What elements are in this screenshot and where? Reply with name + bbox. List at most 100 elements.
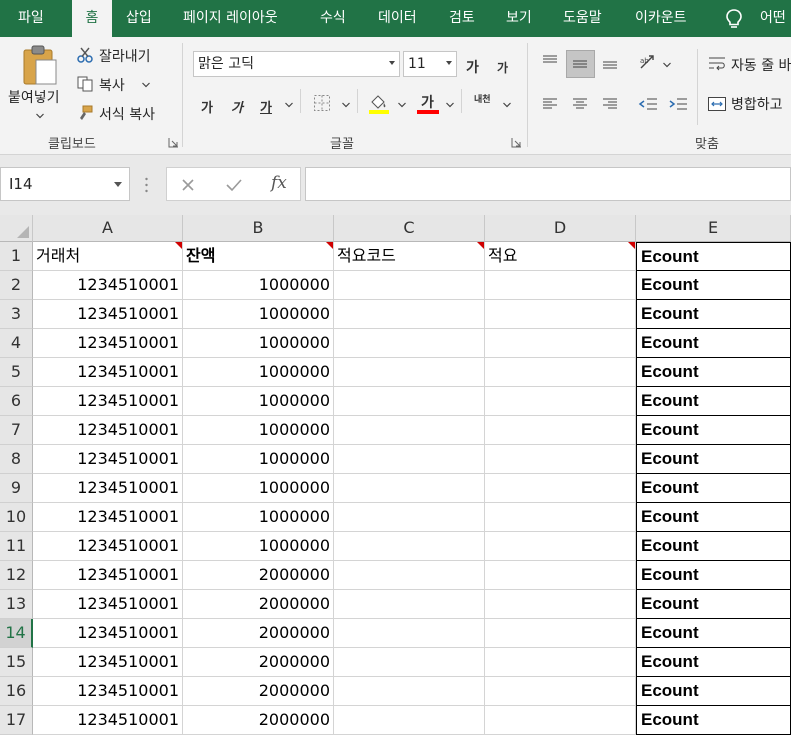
- cell-d6[interactable]: [485, 387, 636, 416]
- row-header[interactable]: 12: [0, 561, 33, 590]
- row-header[interactable]: 14: [0, 619, 33, 648]
- cell-c17[interactable]: [334, 706, 485, 735]
- font-color-button[interactable]: 가: [421, 92, 434, 112]
- align-bottom-icon[interactable]: [601, 53, 619, 71]
- row-header[interactable]: 7: [0, 416, 33, 445]
- clipboard-launcher-icon[interactable]: [168, 137, 179, 148]
- cell-c10[interactable]: [334, 503, 485, 532]
- row-header[interactable]: 3: [0, 300, 33, 329]
- cell-b2[interactable]: 1000000: [183, 271, 334, 300]
- borders-dropdown-icon[interactable]: [342, 102, 350, 108]
- column-header-d[interactable]: D: [485, 215, 636, 242]
- name-box[interactable]: I14: [0, 167, 130, 201]
- cell-b4[interactable]: 1000000: [183, 329, 334, 358]
- wrap-text-button[interactable]: 자동 줄 바: [731, 55, 791, 75]
- cell-d16[interactable]: [485, 677, 636, 706]
- cell-e16[interactable]: Ecount: [636, 677, 791, 706]
- column-header-e[interactable]: E: [636, 215, 791, 242]
- phonetic-dropdown-icon[interactable]: [503, 102, 511, 108]
- format-painter-icon[interactable]: [76, 104, 94, 122]
- borders-icon[interactable]: [313, 94, 331, 112]
- tab-ecount[interactable]: 이카운트: [635, 0, 687, 37]
- cell-c16[interactable]: [334, 677, 485, 706]
- tab-page-layout[interactable]: 페이지 레이아웃: [183, 0, 278, 37]
- cell-b11[interactable]: 1000000: [183, 532, 334, 561]
- cell-e9[interactable]: Ecount: [636, 474, 791, 503]
- tab-tell-me[interactable]: 어떤: [760, 0, 786, 37]
- formula-input[interactable]: [305, 167, 791, 201]
- copy-icon[interactable]: [76, 75, 94, 93]
- align-right-icon[interactable]: [601, 95, 619, 113]
- cell-e13[interactable]: Ecount: [636, 590, 791, 619]
- cell-d9[interactable]: [485, 474, 636, 503]
- cell-c3[interactable]: [334, 300, 485, 329]
- cell-a6[interactable]: 1234510001: [33, 387, 183, 416]
- cell-e3[interactable]: Ecount: [636, 300, 791, 329]
- row-header[interactable]: 1: [0, 242, 33, 271]
- row-header[interactable]: 16: [0, 677, 33, 706]
- cell-d15[interactable]: [485, 648, 636, 677]
- cell-a9[interactable]: 1234510001: [33, 474, 183, 503]
- paste-icon[interactable]: [22, 44, 58, 86]
- cell-c9[interactable]: [334, 474, 485, 503]
- cell-c11[interactable]: [334, 532, 485, 561]
- paste-dropdown-icon[interactable]: [36, 113, 44, 119]
- tab-view[interactable]: 보기: [506, 0, 532, 37]
- column-header-a[interactable]: A: [33, 215, 183, 242]
- cancel-icon[interactable]: [181, 178, 195, 192]
- cell-b6[interactable]: 1000000: [183, 387, 334, 416]
- cell-a2[interactable]: 1234510001: [33, 271, 183, 300]
- cell-a3[interactable]: 1234510001: [33, 300, 183, 329]
- merge-center-icon[interactable]: [707, 94, 727, 114]
- cell-d2[interactable]: [485, 271, 636, 300]
- cell-c13[interactable]: [334, 590, 485, 619]
- formula-bar-grip-icon[interactable]: [145, 177, 148, 193]
- cell-c1[interactable]: 적요코드: [334, 242, 485, 271]
- cell-a7[interactable]: 1234510001: [33, 416, 183, 445]
- cell-e2[interactable]: Ecount: [636, 271, 791, 300]
- paste-button[interactable]: 붙여넣기: [8, 87, 60, 107]
- row-header[interactable]: 11: [0, 532, 33, 561]
- cell-a15[interactable]: 1234510001: [33, 648, 183, 677]
- cell-d8[interactable]: [485, 445, 636, 474]
- orientation-icon[interactable]: ab: [638, 52, 658, 72]
- cut-button[interactable]: 잘라내기: [99, 46, 151, 66]
- increase-indent-icon[interactable]: [668, 95, 688, 113]
- cell-b15[interactable]: 2000000: [183, 648, 334, 677]
- cell-a4[interactable]: 1234510001: [33, 329, 183, 358]
- cell-d4[interactable]: [485, 329, 636, 358]
- row-header[interactable]: 2: [0, 271, 33, 300]
- row-header[interactable]: 13: [0, 590, 33, 619]
- cell-b9[interactable]: 1000000: [183, 474, 334, 503]
- cell-d10[interactable]: [485, 503, 636, 532]
- tab-file[interactable]: 파일: [18, 0, 44, 37]
- cell-c14[interactable]: [334, 619, 485, 648]
- cell-e1[interactable]: Ecount: [636, 242, 791, 271]
- align-center-icon[interactable]: [571, 95, 589, 113]
- underline-dropdown-icon[interactable]: [285, 102, 293, 108]
- align-left-icon[interactable]: [541, 95, 559, 113]
- cell-c7[interactable]: [334, 416, 485, 445]
- cell-d13[interactable]: [485, 590, 636, 619]
- underline-button[interactable]: 가: [260, 97, 272, 116]
- cell-b12[interactable]: 2000000: [183, 561, 334, 590]
- cell-b17[interactable]: 2000000: [183, 706, 334, 735]
- cell-e8[interactable]: Ecount: [636, 445, 791, 474]
- phonetic-guide-button[interactable]: 내천: [474, 95, 491, 105]
- row-header[interactable]: 4: [0, 329, 33, 358]
- format-painter-button[interactable]: 서식 복사: [99, 104, 155, 124]
- cell-c12[interactable]: [334, 561, 485, 590]
- align-top-icon[interactable]: [541, 53, 559, 71]
- cell-a8[interactable]: 1234510001: [33, 445, 183, 474]
- cell-a14[interactable]: 1234510001: [33, 619, 183, 648]
- cell-e5[interactable]: Ecount: [636, 358, 791, 387]
- cell-a11[interactable]: 1234510001: [33, 532, 183, 561]
- copy-dropdown-icon[interactable]: [142, 82, 150, 88]
- cell-b7[interactable]: 1000000: [183, 416, 334, 445]
- column-header-b[interactable]: B: [183, 215, 334, 242]
- cell-a13[interactable]: 1234510001: [33, 590, 183, 619]
- font-color-dropdown-icon[interactable]: [446, 102, 454, 108]
- cell-a17[interactable]: 1234510001: [33, 706, 183, 735]
- cell-d11[interactable]: [485, 532, 636, 561]
- copy-button[interactable]: 복사: [99, 75, 125, 95]
